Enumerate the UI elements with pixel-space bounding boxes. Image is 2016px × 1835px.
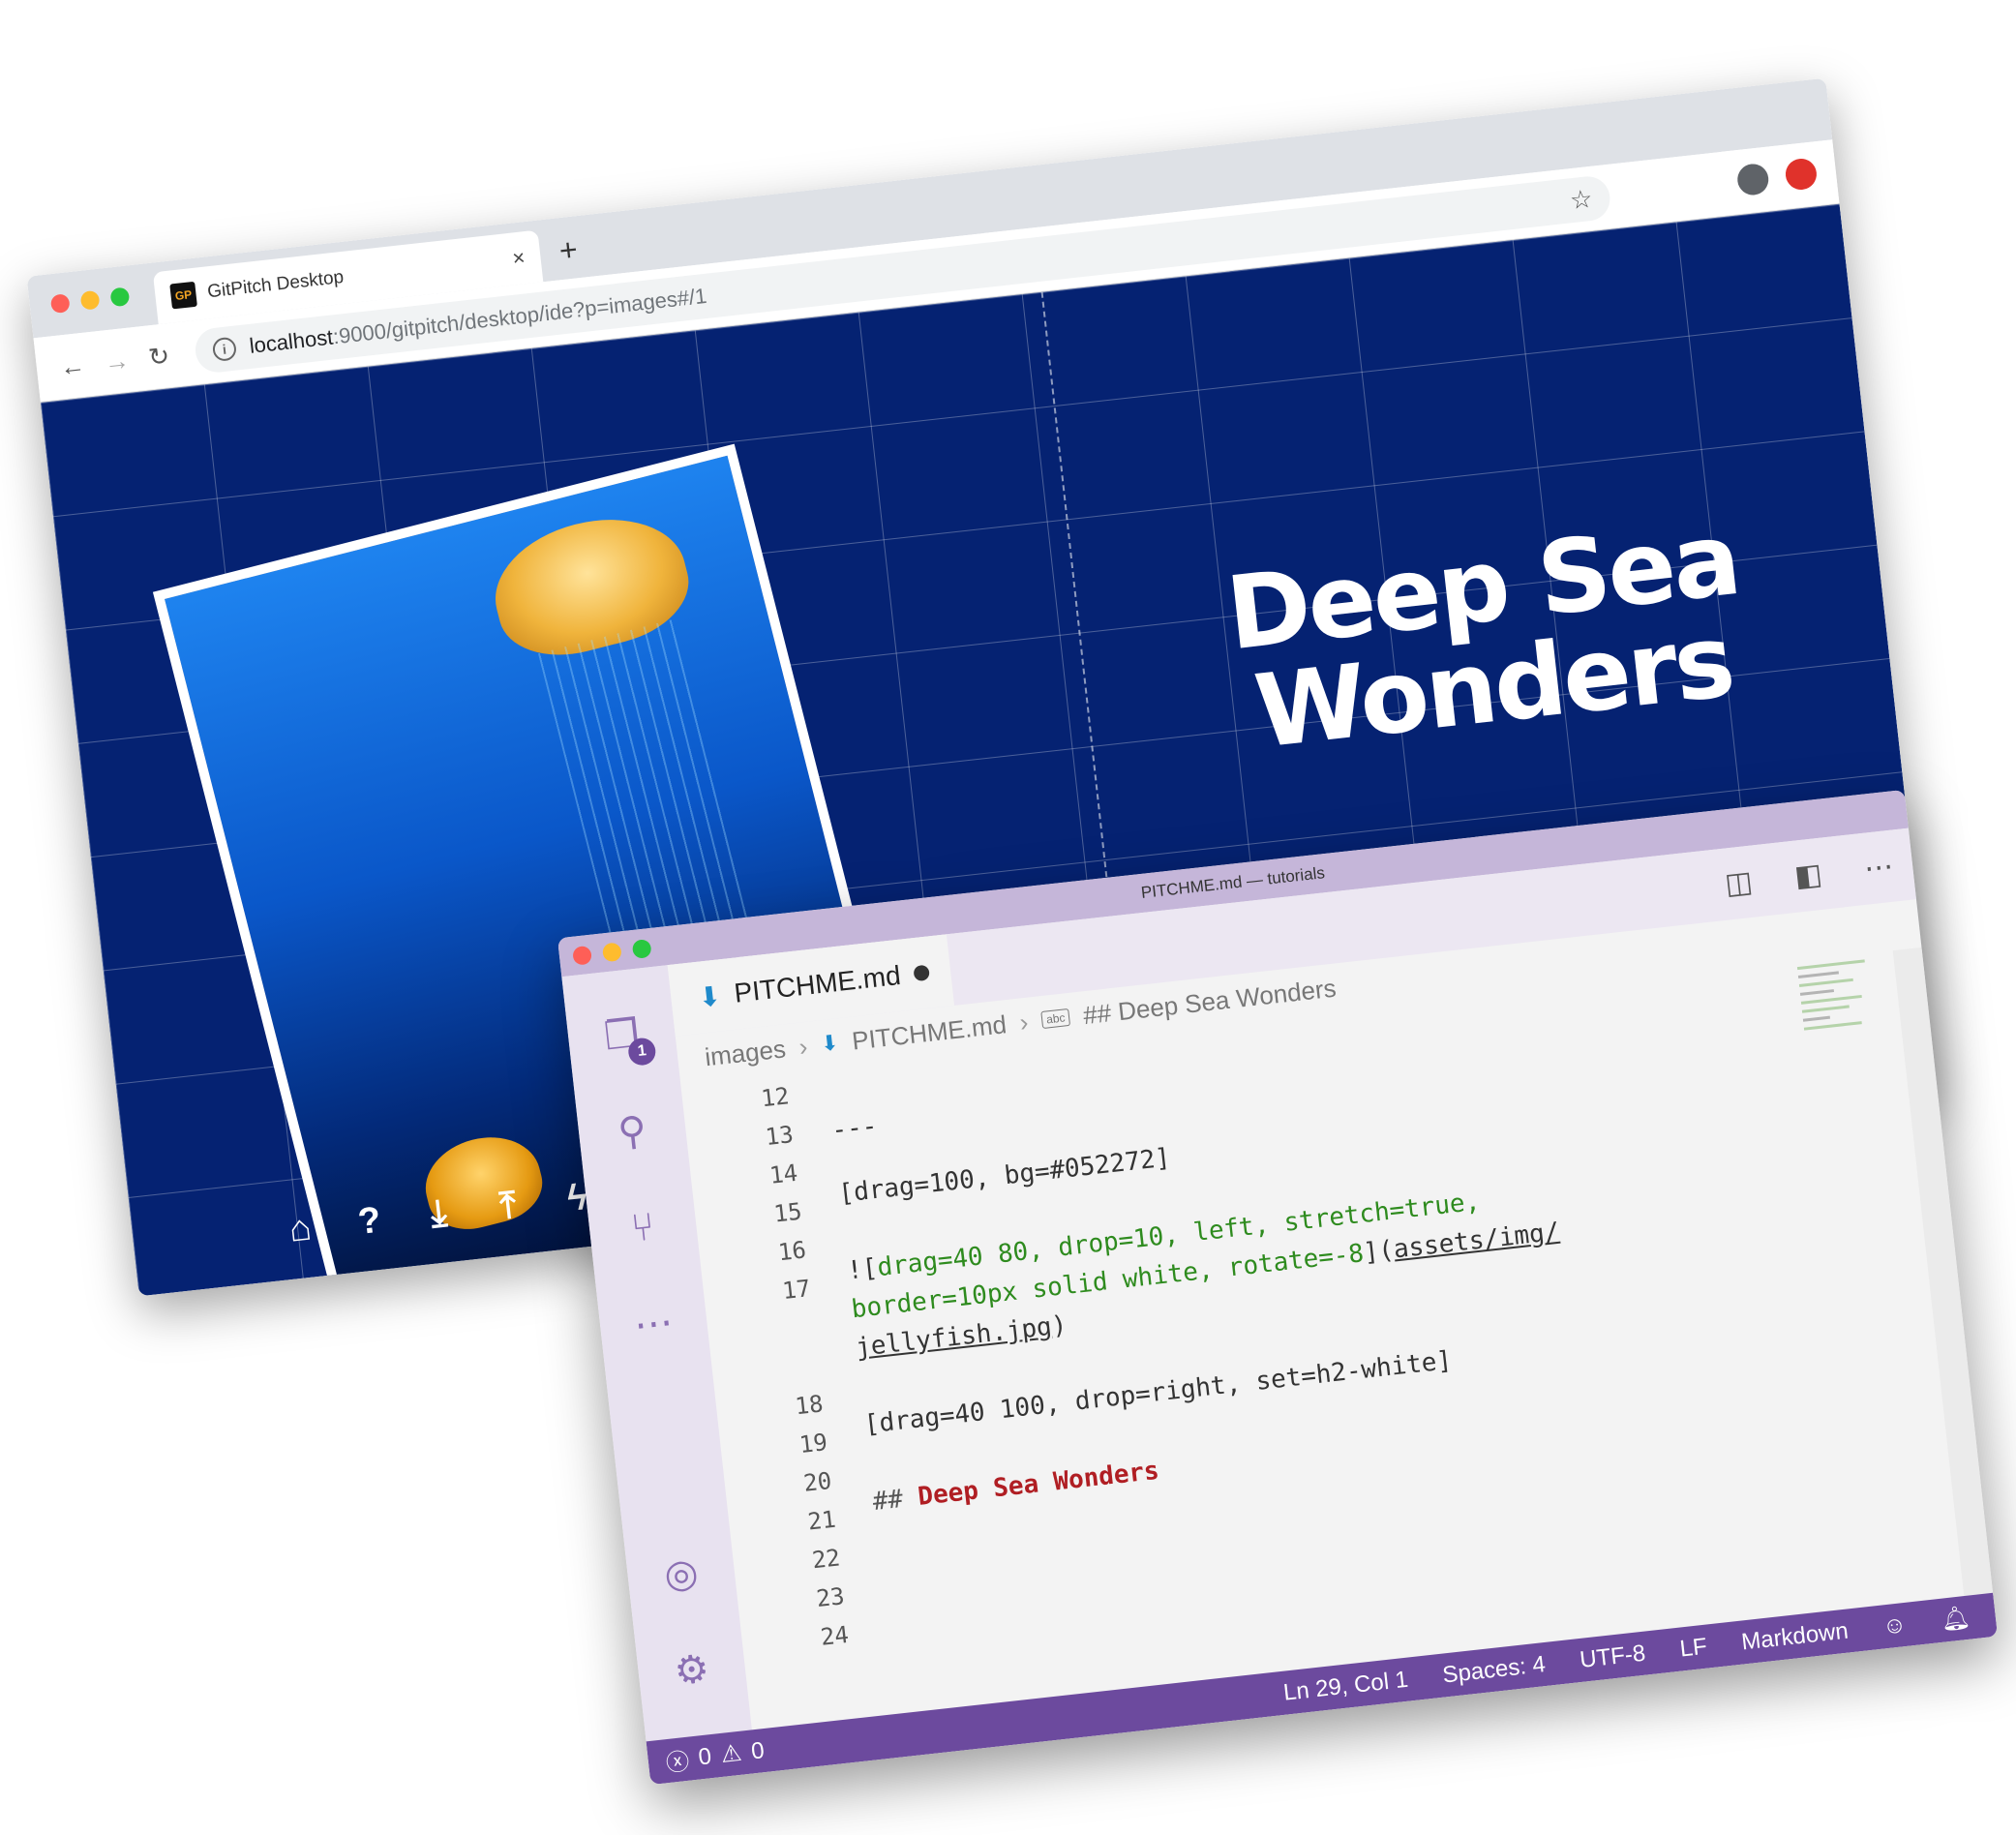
profile-avatar-icon[interactable] — [1735, 162, 1770, 197]
explorer-badge: 1 — [626, 1037, 657, 1068]
vscode-zoom-button[interactable] — [631, 938, 652, 959]
home-icon[interactable]: ⌂ — [276, 1206, 324, 1251]
vscode-minimize-button[interactable] — [601, 942, 622, 963]
bookmark-star-icon[interactable]: ☆ — [1568, 183, 1594, 215]
problems-status[interactable]: ⓧ 0 ⚠ 0 — [664, 1733, 766, 1778]
zoom-window-button[interactable] — [109, 286, 131, 308]
close-window-button[interactable] — [49, 293, 71, 315]
error-icon: ⓧ — [664, 1748, 691, 1778]
reload-button[interactable]: ↻ — [147, 341, 171, 373]
warning-count: 0 — [749, 1736, 766, 1764]
feedback-icon[interactable]: ☺ — [1881, 1610, 1908, 1640]
extension-icon[interactable] — [1784, 157, 1819, 192]
help-icon[interactable]: ? — [346, 1198, 394, 1244]
breadcrumb-file[interactable]: PITCHME.md — [851, 1009, 1008, 1056]
markdown-file-icon: ⬇ — [819, 1030, 840, 1057]
vscode-window: PITCHME.md — tutorials ❐ 1 ⚲ ⑂ ⋯ ◎ ⚙ ⬇ P… — [557, 789, 1999, 1786]
unsaved-dot-icon[interactable] — [913, 964, 931, 982]
tab-close-icon[interactable]: × — [511, 245, 527, 271]
encoding-status[interactable]: UTF-8 — [1579, 1639, 1647, 1673]
code-editor[interactable]: 12 13 --- 14 15 [drag=100, bg=#052272] 1… — [680, 957, 1906, 1730]
split-editor-icon[interactable]: ◧ — [1792, 857, 1824, 894]
minimize-window-button[interactable] — [79, 289, 101, 311]
markdown-file-icon: ⬇ — [696, 979, 723, 1013]
site-info-icon[interactable]: i — [211, 336, 238, 363]
cursor-position[interactable]: Ln 29, Col 1 — [1282, 1666, 1410, 1706]
search-icon[interactable]: ⚲ — [604, 1102, 662, 1160]
breadcrumb-folder[interactable]: images — [704, 1034, 788, 1072]
symbol-string-icon: abc — [1040, 1008, 1071, 1030]
more-actions-icon[interactable]: ⋯ — [1862, 850, 1895, 887]
chevron-right-icon: › — [1017, 1007, 1030, 1037]
chevron-right-icon: › — [797, 1031, 809, 1062]
vscode-window-controls — [572, 938, 652, 966]
more-views-icon[interactable]: ⋯ — [624, 1295, 682, 1353]
open-preview-icon[interactable]: ◫ — [1724, 865, 1755, 902]
warning-icon: ⚠ — [719, 1739, 743, 1768]
forward-button[interactable]: → — [103, 346, 131, 378]
gear-icon[interactable]: ⚙ — [663, 1641, 721, 1700]
editor-actions: ◫ ◧ ⋯ — [1724, 850, 1896, 902]
new-tab-button[interactable]: + — [557, 231, 580, 269]
eol-status[interactable]: LF — [1678, 1633, 1708, 1663]
indentation-status[interactable]: Spaces: 4 — [1441, 1651, 1547, 1690]
source-control-icon[interactable]: ⑂ — [615, 1199, 673, 1257]
editor-scrollbar[interactable] — [1892, 947, 1994, 1597]
vscode-close-button[interactable] — [572, 945, 593, 966]
slide-heading: Deep Sea Wonders — [1220, 498, 1744, 771]
gitpitch-favicon-icon: GP — [169, 281, 197, 310]
tab-label: PITCHME.md — [733, 959, 903, 1008]
upload-icon[interactable]: ⤒ — [484, 1184, 532, 1229]
language-mode[interactable]: Markdown — [1740, 1617, 1850, 1656]
error-count: 0 — [697, 1742, 713, 1771]
window-controls — [49, 286, 131, 315]
back-button[interactable]: ← — [58, 350, 86, 383]
account-icon[interactable]: ◎ — [652, 1546, 710, 1604]
notifications-bell-icon[interactable]: 🔔︎ — [1940, 1604, 1971, 1635]
download-icon[interactable]: ⤓ — [414, 1191, 463, 1237]
